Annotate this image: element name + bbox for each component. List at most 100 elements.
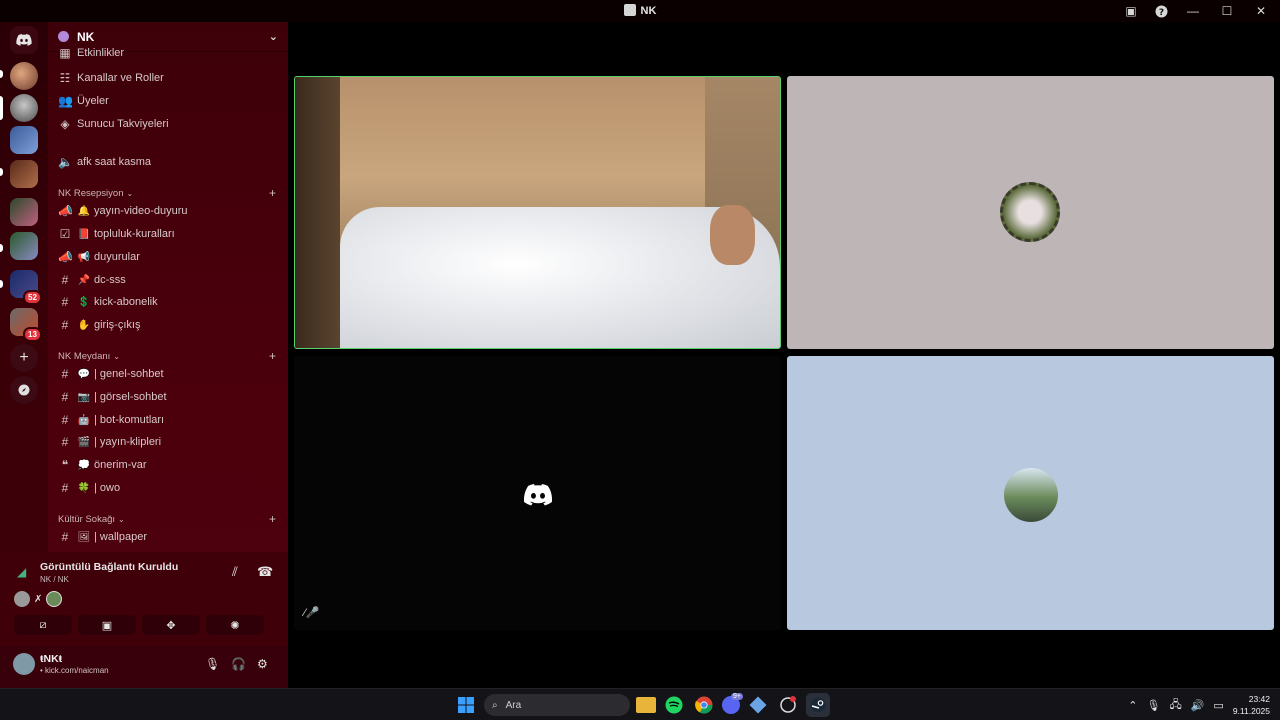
server-folder-2[interactable] bbox=[10, 198, 38, 226]
channel-item[interactable]: # 💬 | genel-sohbet bbox=[58, 363, 280, 385]
inbox-icon[interactable]: ▣ bbox=[1120, 2, 1142, 20]
volume-icon[interactable]: 🔊 bbox=[1191, 699, 1205, 712]
close-button[interactable]: ✕ bbox=[1248, 2, 1274, 20]
video-tile-camera[interactable] bbox=[294, 76, 781, 349]
category-header[interactable]: NK Meydanı ⌄ + bbox=[58, 348, 276, 364]
video-tile-participant[interactable] bbox=[787, 76, 1274, 349]
activities-button[interactable]: ✥ bbox=[142, 615, 200, 635]
hash-icon: # bbox=[61, 481, 69, 495]
headphones-icon[interactable]: 🎧 bbox=[231, 657, 246, 671]
mic-muted-icon[interactable]: ⁄🎤 bbox=[304, 606, 320, 619]
video-tile-participant[interactable] bbox=[294, 356, 781, 630]
channel-item[interactable]: # 💲 kick-abonelik bbox=[58, 291, 280, 313]
avatar[interactable] bbox=[46, 591, 63, 607]
app-icon[interactable] bbox=[746, 693, 770, 717]
avatar[interactable] bbox=[13, 653, 35, 675]
server-icon-nk[interactable] bbox=[10, 94, 38, 122]
compass-icon bbox=[18, 384, 30, 396]
username[interactable]: ŧNKŧ bbox=[40, 653, 62, 665]
channel-item[interactable]: # 🤖 | bot-komutları bbox=[58, 409, 280, 431]
server-icon-1[interactable] bbox=[10, 62, 38, 90]
category-label: NK Meydanı bbox=[58, 350, 111, 362]
noise-suppression-icon[interactable]: ⫽ bbox=[232, 564, 238, 580]
channel-label: duyurular bbox=[94, 251, 140, 263]
app-icon[interactable] bbox=[776, 693, 800, 717]
network-icon[interactable]: 🖧 bbox=[1169, 696, 1181, 715]
sidebar-item-members[interactable]: 👥 Üyeler bbox=[58, 90, 280, 112]
camera-feed bbox=[295, 77, 340, 348]
forum-icon: ❝ bbox=[61, 458, 69, 472]
emoji-icon: 🖼 bbox=[77, 531, 91, 543]
server-folder-3[interactable] bbox=[10, 232, 38, 260]
add-channel-icon[interactable]: + bbox=[269, 349, 276, 363]
soundboard-button[interactable]: ✺ bbox=[206, 615, 264, 635]
category-header[interactable]: Kültür Sokağı ⌄ + bbox=[58, 511, 276, 527]
signal-icon[interactable]: ◢ bbox=[17, 565, 26, 579]
gear-icon[interactable]: ⚙ bbox=[257, 657, 268, 671]
channel-item[interactable]: ❝ 💭 önerim-var bbox=[58, 454, 280, 476]
disconnect-icon[interactable]: ☎ bbox=[257, 564, 273, 580]
maximize-button[interactable]: ☐ bbox=[1214, 2, 1240, 20]
voice-participants: ✗ bbox=[14, 591, 63, 607]
emoji-icon: 📌 bbox=[77, 274, 91, 286]
add-channel-icon[interactable]: + bbox=[269, 512, 276, 526]
steam-icon[interactable] bbox=[806, 693, 830, 717]
server-folder-1[interactable] bbox=[10, 160, 38, 188]
user-status: • kick.com/naicman bbox=[40, 666, 109, 675]
notification-badge: 9+ bbox=[731, 693, 743, 700]
explore-servers-button[interactable] bbox=[10, 376, 38, 404]
microphone-icon[interactable]: 🎙 bbox=[1146, 699, 1160, 712]
hash-icon: # bbox=[61, 530, 69, 544]
channel-item[interactable]: 📣 📢 duyurular bbox=[58, 246, 280, 268]
channel-item[interactable]: # 📌 dc-sss bbox=[58, 269, 280, 291]
voice-channel-afk[interactable]: 🔈 afk saat kasma bbox=[58, 151, 280, 173]
server-name: NK bbox=[77, 29, 95, 44]
taskbar-search[interactable]: ⌕ Ara bbox=[484, 694, 630, 716]
channel-item[interactable]: 📣 🔔 yayın-video-duyuru bbox=[58, 200, 280, 222]
microphone-icon[interactable]: 🎙 bbox=[205, 657, 220, 671]
windows-start-icon[interactable] bbox=[454, 693, 478, 717]
sidebar-item-channels-roles[interactable]: ☷ Kanallar ve Roller bbox=[58, 67, 280, 89]
title-bar: NK ▣ ? — ☐ ✕ bbox=[0, 0, 1280, 22]
channel-item[interactable]: # 🍀 | owo bbox=[58, 477, 280, 499]
channel-label: | bot-komutları bbox=[94, 414, 165, 426]
channel-item[interactable]: ☑ 📕 topluluk-kuralları bbox=[58, 223, 280, 245]
avatar[interactable] bbox=[14, 591, 30, 607]
minimize-button[interactable]: — bbox=[1180, 2, 1206, 20]
chevron-down-icon: ⌄ bbox=[113, 351, 120, 361]
server-icon-3[interactable] bbox=[10, 126, 38, 154]
file-explorer-icon[interactable] bbox=[636, 697, 656, 713]
search-icon: ⌕ bbox=[492, 699, 498, 711]
camera-off-button[interactable]: ⧄ bbox=[14, 615, 72, 635]
mic-muted-icon: ✗ bbox=[34, 593, 43, 605]
sidebar-item-boosts[interactable]: ◈ Sunucu Takviyeleri bbox=[58, 113, 280, 135]
camera-feed bbox=[710, 205, 755, 265]
voice-status: Görüntülü Bağlantı Kuruldu bbox=[40, 561, 179, 573]
sidebar-item-events[interactable]: ▦ Etkinlikler bbox=[58, 45, 280, 61]
channel-item[interactable]: # 🖼 | wallpaper bbox=[58, 526, 280, 548]
screen-share-button[interactable]: ▣ bbox=[78, 615, 136, 635]
help-icon[interactable]: ? bbox=[1150, 2, 1172, 20]
voice-location[interactable]: NK / NK bbox=[40, 575, 69, 584]
discord-logo-icon bbox=[523, 484, 553, 506]
battery-icon[interactable]: ▭ bbox=[1213, 699, 1223, 712]
channel-label: giriş-çıkış bbox=[94, 319, 141, 331]
channel-item[interactable]: # 🎬 | yayın-klipleri bbox=[58, 431, 280, 453]
chevron-up-icon[interactable]: ⌃ bbox=[1128, 699, 1137, 712]
video-tile-participant[interactable] bbox=[787, 356, 1274, 630]
mention-badge: 52 bbox=[23, 290, 42, 305]
spotify-icon[interactable] bbox=[662, 693, 686, 717]
discord-home-button[interactable] bbox=[10, 26, 38, 54]
add-server-button[interactable]: + bbox=[10, 344, 38, 372]
add-channel-icon[interactable]: + bbox=[269, 186, 276, 200]
chevron-down-icon: ⌄ bbox=[118, 514, 125, 524]
chrome-icon[interactable] bbox=[692, 693, 716, 717]
channel-sidebar: NK ⌄ ▦ Etkinlikler ☷ Kanallar ve Roller … bbox=[48, 22, 288, 552]
discord-taskbar-icon[interactable]: 9+ bbox=[722, 693, 743, 714]
hash-icon: # bbox=[61, 435, 69, 449]
channel-item[interactable]: # ✋ giriş-çıkış bbox=[58, 314, 280, 336]
rules-icon: ☑ bbox=[59, 227, 71, 241]
channel-item[interactable]: # 📷 | görsel-sohbet bbox=[58, 386, 280, 408]
category-header[interactable]: NK Resepsiyon ⌄ + bbox=[58, 185, 276, 201]
clock[interactable]: 23:42 9.11.2025 bbox=[1233, 693, 1270, 717]
